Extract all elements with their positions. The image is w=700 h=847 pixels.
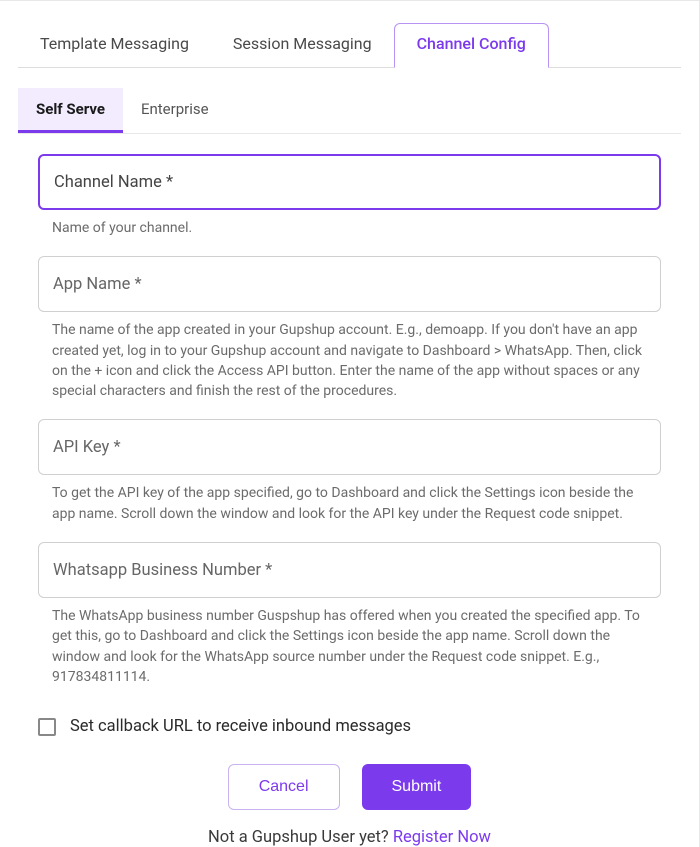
app-name-helper: The name of the app created in your Gups… (38, 320, 661, 401)
channel-name-group: Channel Name * Name of your channel. (38, 154, 661, 238)
whatsapp-number-helper: The WhatsApp business number Guspshup ha… (38, 606, 661, 687)
api-key-helper: To get the API key of the app specified,… (38, 483, 661, 524)
cancel-button[interactable]: Cancel (228, 764, 340, 810)
channel-name-helper: Name of your channel. (38, 218, 661, 238)
sub-tab-bar: Self Serve Enterprise (18, 88, 681, 134)
subtab-enterprise[interactable]: Enterprise (123, 88, 227, 133)
api-key-group: API Key * To get the API key of the app … (38, 419, 661, 524)
tab-template-messaging[interactable]: Template Messaging (18, 24, 211, 67)
footer-text: Not a Gupshup User yet? Register Now (38, 828, 661, 847)
subtab-self-serve[interactable]: Self Serve (18, 88, 123, 133)
whatsapp-number-input[interactable]: Whatsapp Business Number * (38, 542, 661, 598)
app-name-input[interactable]: App Name * (38, 256, 661, 312)
button-row: Cancel Submit (38, 764, 661, 810)
callback-checkbox-row: Set callback URL to receive inbound mess… (38, 717, 661, 736)
api-key-input[interactable]: API Key * (38, 419, 661, 475)
footer-prompt: Not a Gupshup User yet? (208, 828, 393, 847)
tab-session-messaging[interactable]: Session Messaging (211, 24, 394, 67)
callback-checkbox-label: Set callback URL to receive inbound mess… (70, 717, 411, 736)
channel-name-label: Channel Name * (54, 173, 173, 192)
app-name-group: App Name * The name of the app created i… (38, 256, 661, 401)
submit-button[interactable]: Submit (362, 764, 472, 810)
whatsapp-number-label: Whatsapp Business Number * (53, 561, 272, 580)
form-content: Channel Name * Name of your channel. App… (0, 134, 699, 847)
whatsapp-number-group: Whatsapp Business Number * The WhatsApp … (38, 542, 661, 687)
main-tab-bar: Template Messaging Session Messaging Cha… (18, 1, 681, 68)
api-key-label: API Key * (53, 438, 121, 457)
config-panel: Template Messaging Session Messaging Cha… (0, 0, 700, 847)
app-name-label: App Name * (53, 275, 142, 294)
callback-checkbox[interactable] (38, 718, 56, 736)
channel-name-input[interactable]: Channel Name * (38, 154, 661, 210)
register-now-link[interactable]: Register Now (393, 828, 491, 847)
tab-channel-config[interactable]: Channel Config (394, 23, 549, 68)
